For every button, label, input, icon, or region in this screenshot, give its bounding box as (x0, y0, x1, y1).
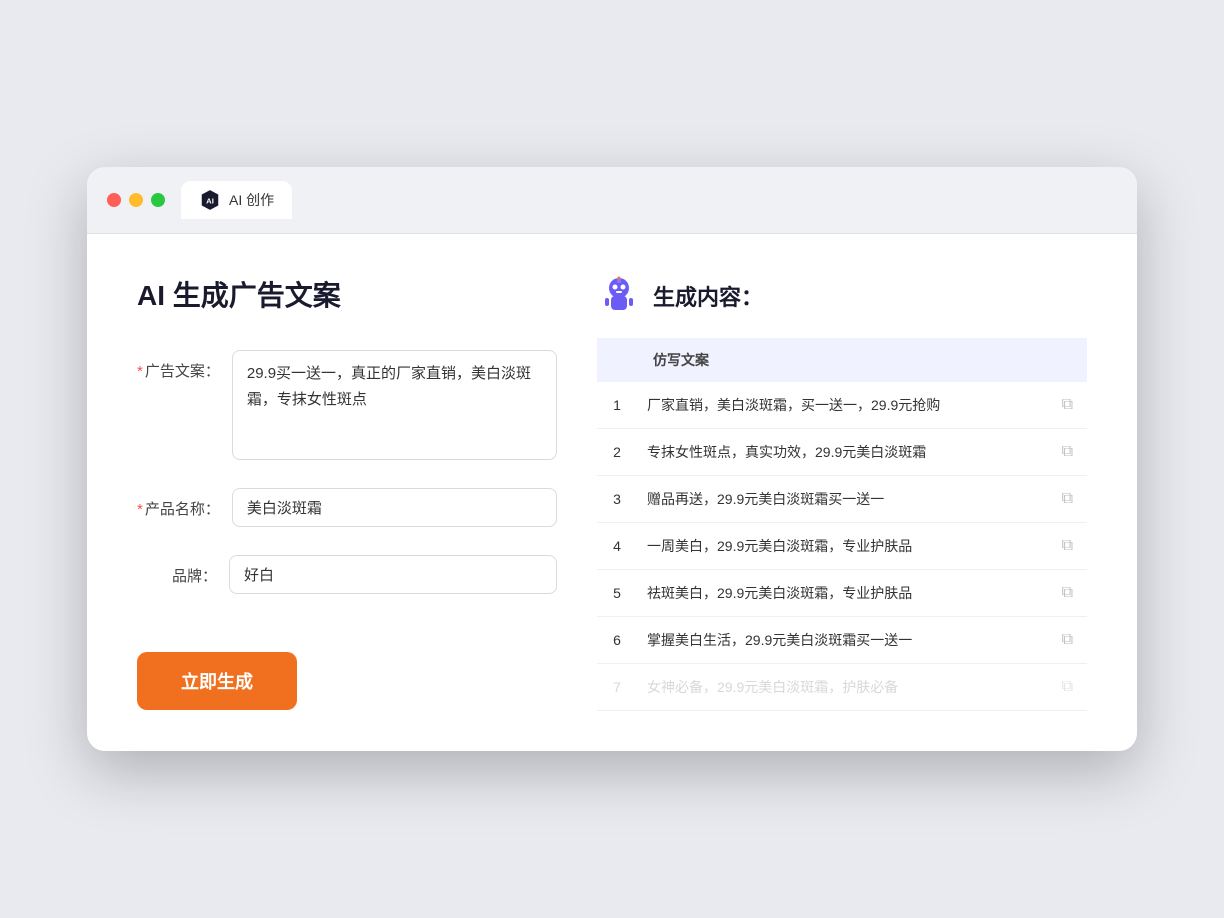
table-row: 7女神必备，29.9元美白淡斑霜，护肤必备 ⧉ (597, 664, 1087, 711)
table-row: 2专抹女性斑点，真实功效，29.9元美白淡斑霜 ⧉ (597, 429, 1087, 476)
browser-window: AI AI 创作 AI 生成广告文案 *广告文案： 29.9买一送一，真正的厂家… (87, 167, 1137, 751)
copy-icon[interactable]: ⧉ (1058, 394, 1077, 415)
close-button[interactable] (107, 193, 121, 207)
col-header-num (597, 338, 637, 382)
ad-copy-input[interactable]: 29.9买一送一，真正的厂家直销，美白淡斑霜，专抹女性斑点 (232, 350, 557, 460)
row-text: 专抹女性斑点，真实功效，29.9元美白淡斑霜 (637, 429, 1048, 476)
copy-icon[interactable]: ⧉ (1058, 535, 1077, 556)
copy-button[interactable]: ⧉ (1048, 664, 1087, 711)
table-row: 4一周美白，29.9元美白淡斑霜，专业护肤品 ⧉ (597, 523, 1087, 570)
row-text: 赠品再送，29.9元美白淡斑霜买一送一 (637, 476, 1048, 523)
product-name-group: *产品名称： 美白淡斑霜 (137, 488, 557, 527)
copy-icon[interactable]: ⧉ (1058, 676, 1077, 697)
copy-button[interactable]: ⧉ (1048, 570, 1087, 617)
required-star-ad: * (137, 363, 143, 380)
copy-button[interactable]: ⧉ (1048, 382, 1087, 429)
row-number: 4 (597, 523, 637, 570)
copy-icon[interactable]: ⧉ (1058, 441, 1077, 462)
row-text: 祛斑美白，29.9元美白淡斑霜，专业护肤品 (637, 570, 1048, 617)
table-row: 5祛斑美白，29.9元美白淡斑霜，专业护肤品 ⧉ (597, 570, 1087, 617)
browser-titlebar: AI AI 创作 (87, 167, 1137, 234)
row-text: 一周美白，29.9元美白淡斑霜，专业护肤品 (637, 523, 1048, 570)
col-header-copy (1048, 338, 1087, 382)
ai-tab-icon: AI (199, 189, 221, 211)
result-table: 仿写文案 1厂家直销，美白淡斑霜，买一送一，29.9元抢购⧉2专抹女性斑点，真实… (597, 338, 1087, 711)
row-text: 厂家直销，美白淡斑霜，买一送一，29.9元抢购 (637, 382, 1048, 429)
row-number: 1 (597, 382, 637, 429)
required-star-product: * (137, 501, 143, 518)
maximize-button[interactable] (151, 193, 165, 207)
copy-button[interactable]: ⧉ (1048, 476, 1087, 523)
browser-content: AI 生成广告文案 *广告文案： 29.9买一送一，真正的厂家直销，美白淡斑霜，… (87, 234, 1137, 751)
row-number: 2 (597, 429, 637, 476)
copy-button[interactable]: ⧉ (1048, 617, 1087, 664)
copy-icon[interactable]: ⧉ (1058, 629, 1077, 650)
traffic-lights (107, 193, 165, 207)
row-number: 6 (597, 617, 637, 664)
col-header-text: 仿写文案 (637, 338, 1048, 382)
brand-input[interactable]: 好白 (229, 555, 557, 594)
robot-icon (597, 274, 641, 318)
table-row: 3赠品再送，29.9元美白淡斑霜买一送一 ⧉ (597, 476, 1087, 523)
copy-button[interactable]: ⧉ (1048, 523, 1087, 570)
svg-text:AI: AI (206, 196, 214, 205)
product-name-input[interactable]: 美白淡斑霜 (232, 488, 557, 527)
left-panel: AI 生成广告文案 *广告文案： 29.9买一送一，真正的厂家直销，美白淡斑霜，… (137, 274, 557, 711)
copy-button[interactable]: ⧉ (1048, 429, 1087, 476)
brand-label: 品牌： (137, 555, 217, 586)
ad-copy-label: *广告文案： (137, 350, 220, 381)
brand-group: 品牌： 好白 (137, 555, 557, 594)
row-number: 3 (597, 476, 637, 523)
right-panel: 生成内容： 仿写文案 1厂家直销，美白淡斑霜，买一送一，29.9元抢购⧉2专抹女… (597, 274, 1087, 711)
ad-copy-group: *广告文案： 29.9买一送一，真正的厂家直销，美白淡斑霜，专抹女性斑点 (137, 350, 557, 460)
result-title: 生成内容： (653, 280, 763, 312)
product-name-label: *产品名称： (137, 488, 220, 519)
browser-tab[interactable]: AI AI 创作 (181, 181, 292, 219)
result-header: 生成内容： (597, 274, 1087, 318)
tab-label: AI 创作 (229, 190, 274, 210)
row-number: 5 (597, 570, 637, 617)
row-text: 掌握美白生活，29.9元美白淡斑霜买一送一 (637, 617, 1048, 664)
row-number: 7 (597, 664, 637, 711)
table-row: 1厂家直销，美白淡斑霜，买一送一，29.9元抢购 ⧉ (597, 382, 1087, 429)
generate-button[interactable]: 立即生成 (137, 652, 297, 710)
copy-icon[interactable]: ⧉ (1058, 582, 1077, 603)
table-row: 6掌握美白生活，29.9元美白淡斑霜买一送一 ⧉ (597, 617, 1087, 664)
copy-icon[interactable]: ⧉ (1058, 488, 1077, 509)
page-title: AI 生成广告文案 (137, 274, 557, 314)
minimize-button[interactable] (129, 193, 143, 207)
row-text: 女神必备，29.9元美白淡斑霜，护肤必备 (637, 664, 1048, 711)
